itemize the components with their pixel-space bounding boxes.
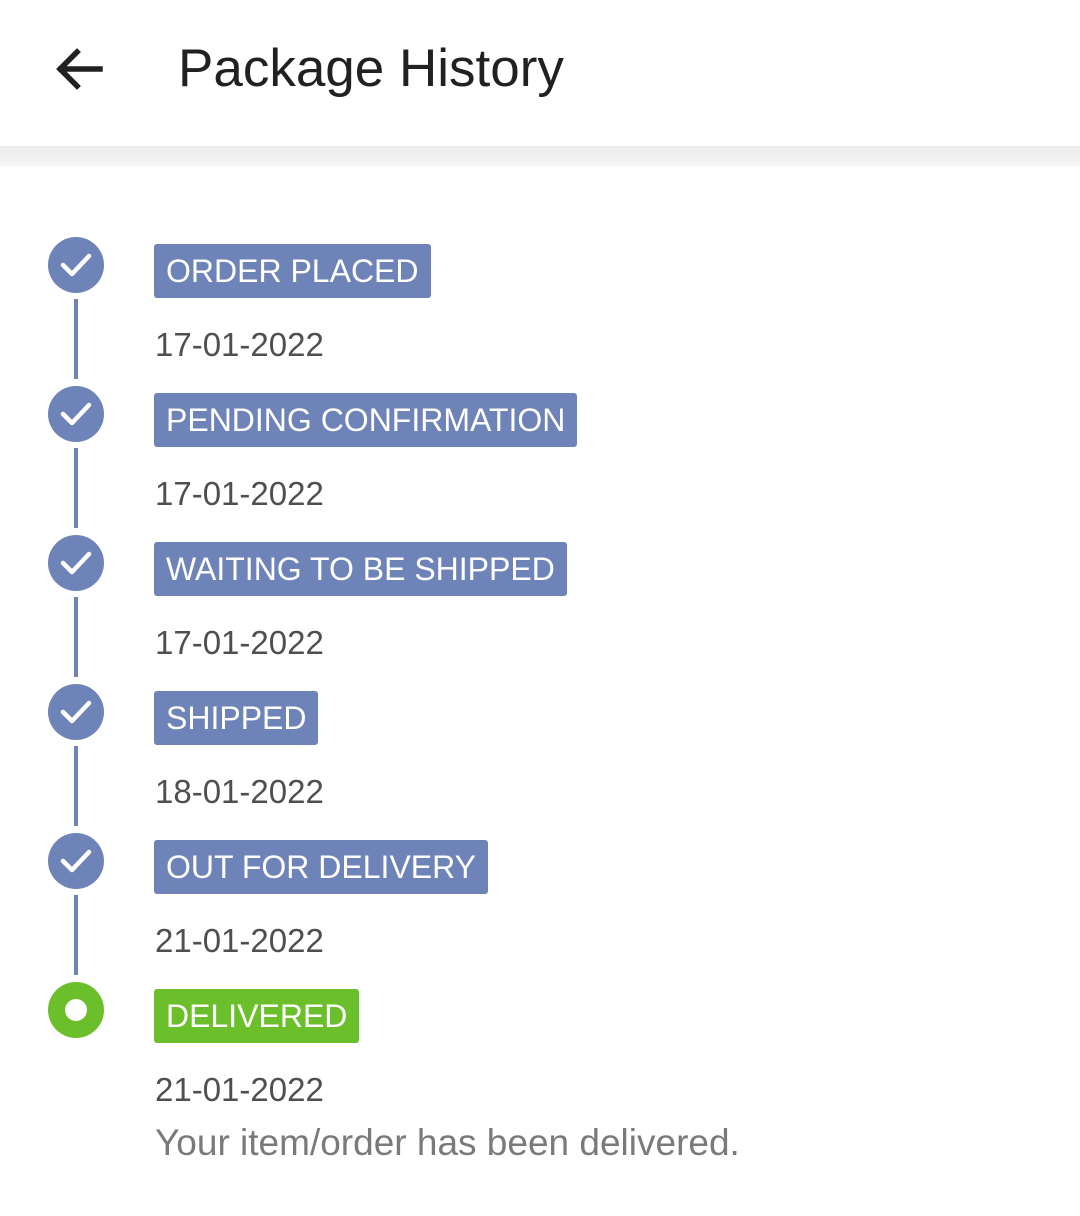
app-bar: Package History [0, 0, 1080, 146]
timeline-step-pending-confirmation: PENDING CONFIRMATION 17-01-2022 [0, 316, 1080, 528]
timeline-step-out-for-delivery: OUT FOR DELIVERY 21-01-2022 [0, 763, 1080, 975]
page-title: Package History [178, 39, 564, 98]
status-badge: OUT FOR DELIVERY [154, 840, 488, 894]
step-complete-node [48, 833, 104, 889]
status-date: 21-01-2022 [155, 1071, 324, 1108]
timeline-step-waiting-to-be-shipped: WAITING TO BE SHIPPED 17-01-2022 [0, 465, 1080, 677]
step-complete-node [48, 386, 104, 442]
package-history-timeline: ORDER PLACED 17-01-2022 PENDING CONFIRMA… [0, 167, 1080, 1216]
check-icon [60, 253, 92, 277]
step-current-node [48, 982, 104, 1038]
status-badge-current: DELIVERED [154, 989, 360, 1043]
check-icon [60, 700, 92, 724]
delivery-note: Your item/order has been delivered. [155, 1122, 740, 1163]
timeline-step-shipped: SHIPPED 18-01-2022 [0, 614, 1080, 826]
step-complete-node [48, 684, 104, 740]
status-badge: SHIPPED [154, 691, 319, 745]
step-complete-node [48, 535, 104, 591]
timeline-step-order-placed: ORDER PLACED 17-01-2022 [0, 167, 1080, 379]
arrow-left-icon [56, 48, 103, 90]
status-badge: ORDER PLACED [154, 244, 431, 298]
status-badge: PENDING CONFIRMATION [154, 393, 578, 447]
app-bar-shadow [0, 146, 1080, 167]
check-icon [60, 551, 92, 575]
back-button[interactable] [40, 34, 116, 104]
check-icon [60, 849, 92, 873]
timeline-step-delivered: DELIVERED 21-01-2022 [0, 912, 1080, 1108]
current-dot-icon [65, 999, 87, 1021]
check-icon [60, 402, 92, 426]
step-complete-node [48, 237, 104, 293]
status-badge: WAITING TO BE SHIPPED [154, 542, 567, 596]
